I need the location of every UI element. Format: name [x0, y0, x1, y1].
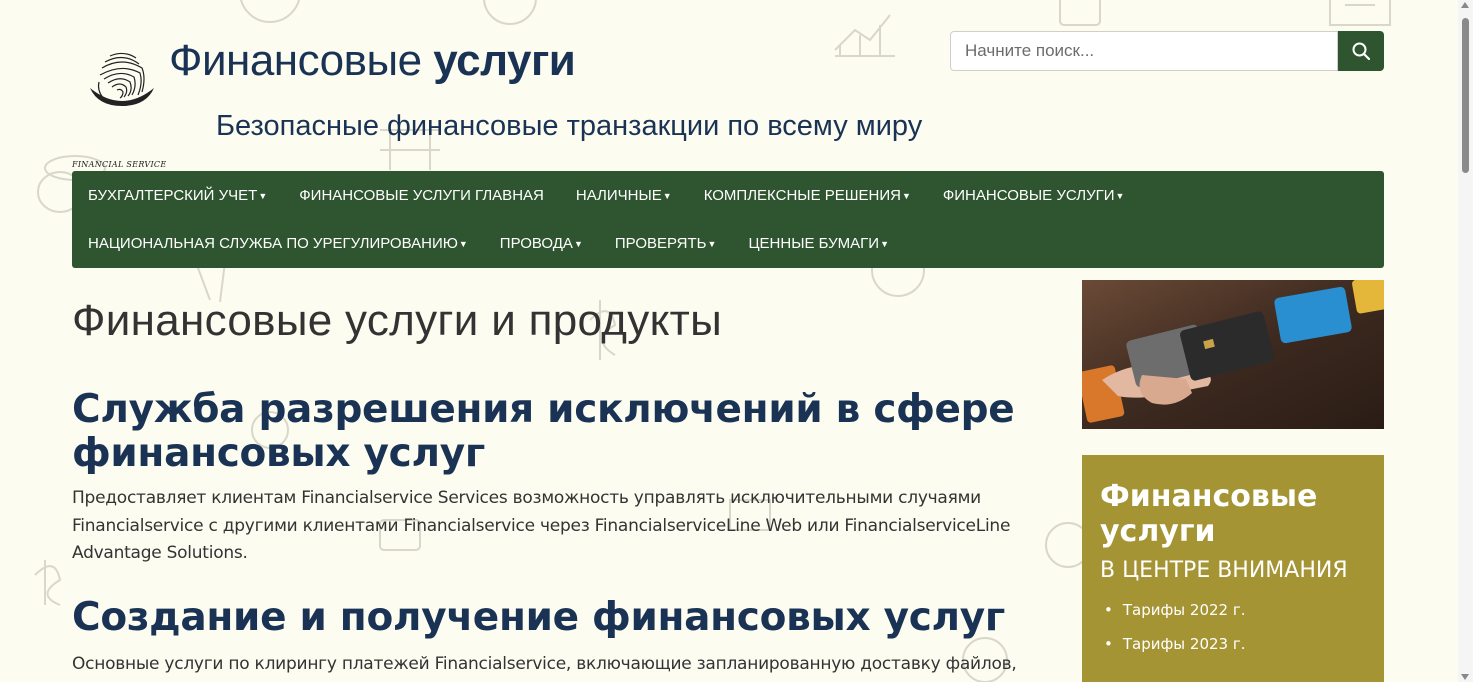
sidebar-box-subtitle: В ЦЕНТРЕ ВНИМАНИЯ	[1100, 558, 1348, 583]
scrollbar-thumb[interactable]	[1462, 18, 1469, 173]
caret-down-icon: ▼	[662, 190, 672, 201]
nav-item-complex-solutions[interactable]: КОМПЛЕКСНЫЕ РЕШЕНИЯ▼	[694, 187, 921, 204]
page-container: FINANCIAL SERVICE Финансовые услуги Безо…	[72, 0, 1384, 682]
nav-item-check[interactable]: ПРОВЕРЯТЬ▼	[605, 235, 727, 252]
caret-down-icon: ▼	[458, 238, 468, 249]
nav-item-label: ЦЕННЫЕ БУМАГИ	[748, 234, 880, 252]
nav-item-securities[interactable]: ЦЕННЫЕ БУМАГИ▼	[738, 235, 899, 252]
nav-item-label: НАЦИОНАЛЬНАЯ СЛУЖБА ПО УРЕГУЛИРОВАНИЮ	[88, 234, 458, 252]
nav-item-label: НАЛИЧНЫЕ	[575, 186, 662, 204]
nav-item-accounting[interactable]: БУХГАЛТЕРСКИЙ УЧЕТ▼	[78, 187, 277, 204]
nav-item-label: ПРОВЕРЯТЬ	[614, 234, 707, 252]
sidebar-cards-image	[1082, 280, 1384, 429]
sidebar-link-rates-2022[interactable]: Тарифы 2022 г.	[1100, 593, 1366, 627]
nav-item-label: ФИНАНСОВЫЕ УСЛУГИ ГЛАВНАЯ	[299, 186, 544, 204]
site-title[interactable]: Финансовые услуги	[169, 36, 576, 86]
search-icon	[1352, 42, 1371, 61]
nav-item-label: КОМПЛЕКСНЫЕ РЕШЕНИЯ	[703, 186, 901, 204]
site-title-regular: Финансовые	[169, 36, 434, 85]
site-logo[interactable]: FINANCIAL SERVICE	[72, 48, 172, 169]
nav-item-financial-services[interactable]: ФИНАНСОВЫЕ УСЛУГИ▼	[933, 187, 1135, 204]
main-navigation: БУХГАЛТЕРСКИЙ УЧЕТ▼ ФИНАНСОВЫЕ УСЛУГИ ГЛ…	[72, 171, 1384, 268]
site-title-bold: услуги	[433, 36, 576, 85]
page-scrollbar[interactable]	[1458, 0, 1473, 682]
nav-item-cash[interactable]: НАЛИЧНЫЕ▼	[566, 187, 682, 204]
search-input[interactable]	[950, 31, 1338, 71]
page-title: Финансовые услуги и продукты	[72, 296, 722, 345]
section-text-exceptions: Предоставляет клиентам Financialservice …	[72, 488, 1011, 563]
nav-row-1: БУХГАЛТЕРСКИЙ УЧЕТ▼ ФИНАНСОВЫЕ УСЛУГИ ГЛ…	[78, 171, 1378, 219]
sidebar-link-list: Тарифы 2022 г. Тарифы 2023 г.	[1100, 593, 1366, 661]
search-bar	[950, 31, 1384, 71]
nav-item-label: ПРОВОДА	[499, 234, 573, 252]
section-heading-create-receive: Создание и получение финансовых услуг	[72, 595, 1005, 640]
scroll-down-arrow-icon[interactable]	[1461, 674, 1469, 680]
search-button[interactable]	[1338, 31, 1384, 71]
nav-item-wires[interactable]: ПРОВОДА▼	[490, 235, 593, 252]
logo-caption: FINANCIAL SERVICE	[72, 160, 167, 169]
scroll-up-arrow-icon[interactable]	[1461, 2, 1469, 8]
caret-down-icon: ▼	[1115, 190, 1125, 201]
nav-row-2: НАЦИОНАЛЬНАЯ СЛУЖБА ПО УРЕГУЛИРОВАНИЮ▼ П…	[78, 219, 1378, 267]
fingerprint-logo-icon	[90, 52, 154, 106]
caret-down-icon: ▼	[880, 238, 890, 249]
caret-down-icon: ▼	[707, 238, 717, 249]
nav-item-settlement-service[interactable]: НАЦИОНАЛЬНАЯ СЛУЖБА ПО УРЕГУЛИРОВАНИЮ▼	[78, 235, 478, 252]
site-tagline: Безопасные финансовые транзакции по всем…	[216, 110, 923, 142]
section-text-create-receive: Основные услуги по клирингу платежей Fin…	[72, 654, 1017, 674]
sidebar-box-title: Финансовые услуги	[1100, 479, 1318, 549]
sidebar-spotlight-box: Финансовые услуги В ЦЕНТРЕ ВНИМАНИЯ Тари…	[1082, 455, 1384, 682]
nav-item-financial-services-home[interactable]: ФИНАНСОВЫЕ УСЛУГИ ГЛАВНАЯ	[289, 187, 554, 204]
caret-down-icon: ▼	[573, 238, 583, 249]
sidebar-link-rates-2023[interactable]: Тарифы 2023 г.	[1100, 627, 1366, 661]
section-heading-exceptions: Служба разрешения исключений в сфере фин…	[72, 387, 1015, 476]
nav-item-label: БУХГАЛТЕРСКИЙ УЧЕТ	[88, 186, 258, 204]
nav-item-label: ФИНАНСОВЫЕ УСЛУГИ	[942, 186, 1115, 204]
caret-down-icon: ▼	[901, 190, 911, 201]
caret-down-icon: ▼	[258, 190, 268, 201]
